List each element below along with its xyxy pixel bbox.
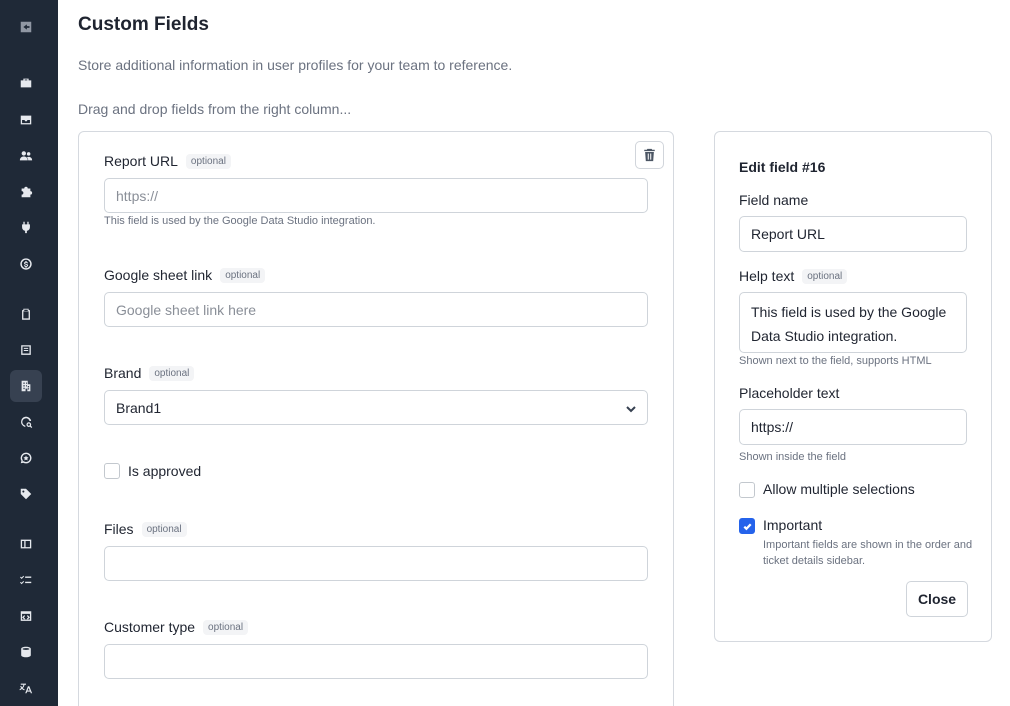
puzzle-icon[interactable] [10,176,42,208]
optional-badge: optional [149,365,195,381]
report-url-help: This field is used by the Google Data St… [104,215,376,227]
sidebar-layout-icon[interactable] [10,528,42,560]
optional-badge: optional [185,153,231,169]
translate-icon[interactable] [10,672,42,704]
field-name-label: Field name [739,192,809,208]
important-hint: Important fields are shown in the order … [763,539,973,567]
billing-icon[interactable] [10,248,42,280]
briefcase-icon[interactable] [10,67,42,99]
form-preview-card: Report URL optional https:// This field … [78,131,674,706]
report-url-label: Report URL optional [104,153,231,169]
files-label: Files optional [104,521,187,537]
checklist-icon[interactable] [10,564,42,596]
is-approved-label: Is approved [128,463,202,479]
is-approved-checkbox[interactable] [104,463,120,479]
allow-multiple-checkbox[interactable] [739,482,755,498]
database-icon[interactable] [10,636,42,668]
placeholder-text-input[interactable]: https:// [739,409,967,445]
delete-field-button[interactable] [635,141,664,169]
google-sheet-input[interactable]: Google sheet link here [104,292,648,327]
placeholder-text-label: Placeholder text [739,385,840,401]
allow-multiple-label: Allow multiple selections [763,481,915,497]
trash-icon [644,148,655,162]
chat-search-icon[interactable] [10,406,42,438]
edit-panel-title: Edit field #16 [739,159,826,175]
placeholder-text-hint: Shown inside the field [739,451,847,463]
users-icon[interactable] [10,140,42,172]
important-label: Important [763,517,823,533]
tag-icon[interactable] [10,478,42,510]
help-text-textarea[interactable]: This field is used by the Google Data St… [739,292,967,353]
chevron-down-icon [625,402,637,414]
customer-type-input[interactable] [104,644,648,679]
google-sheet-label: Google sheet link optional [104,267,266,283]
drag-drop-hint: Drag and drop fields from the right colu… [78,101,352,117]
help-text-line-1: This field is used by the Google [751,304,947,320]
page-subtitle: Store additional information in user pro… [78,57,513,73]
building-icon[interactable] [10,370,42,402]
help-text-line-2: Data Studio integration. [751,328,898,344]
clipboard-icon[interactable] [10,298,42,330]
field-name-value: Report URL [751,226,825,242]
window-code-icon[interactable] [10,600,42,632]
optional-badge: optional [802,268,848,284]
edit-field-panel: Edit field #16 Field name Report URL Hel… [714,131,992,642]
chat-star-icon[interactable] [10,442,42,474]
optional-badge: optional [203,619,249,635]
help-text-label: Help text optional [739,268,848,284]
collapse-sidebar-icon[interactable] [10,11,42,43]
optional-badge: optional [220,267,266,283]
plug-icon[interactable] [10,211,42,243]
brand-label: Brand optional [104,365,195,381]
report-url-placeholder: https:// [116,187,159,204]
brand-select[interactable]: Brand1 [104,390,648,425]
form-icon[interactable] [10,334,42,366]
important-checkbox[interactable] [739,518,755,534]
page-title: Custom Fields [78,14,209,35]
files-input[interactable] [104,546,648,581]
placeholder-text-value: https:// [751,419,794,435]
field-name-input[interactable]: Report URL [739,216,967,252]
optional-badge: optional [141,521,187,537]
brand-selected-value: Brand1 [116,399,162,416]
help-text-hint: Shown next to the field, supports HTML [739,355,932,367]
customer-type-label: Customer type optional [104,619,249,635]
checkmark-icon [743,522,752,530]
sidebar [0,0,58,706]
report-url-input[interactable]: https:// [104,178,648,213]
close-button[interactable]: Close [906,581,968,617]
google-sheet-placeholder: Google sheet link here [116,301,257,318]
main-content: Custom Fields Store additional informati… [78,0,1010,706]
inbox-icon[interactable] [10,104,42,136]
